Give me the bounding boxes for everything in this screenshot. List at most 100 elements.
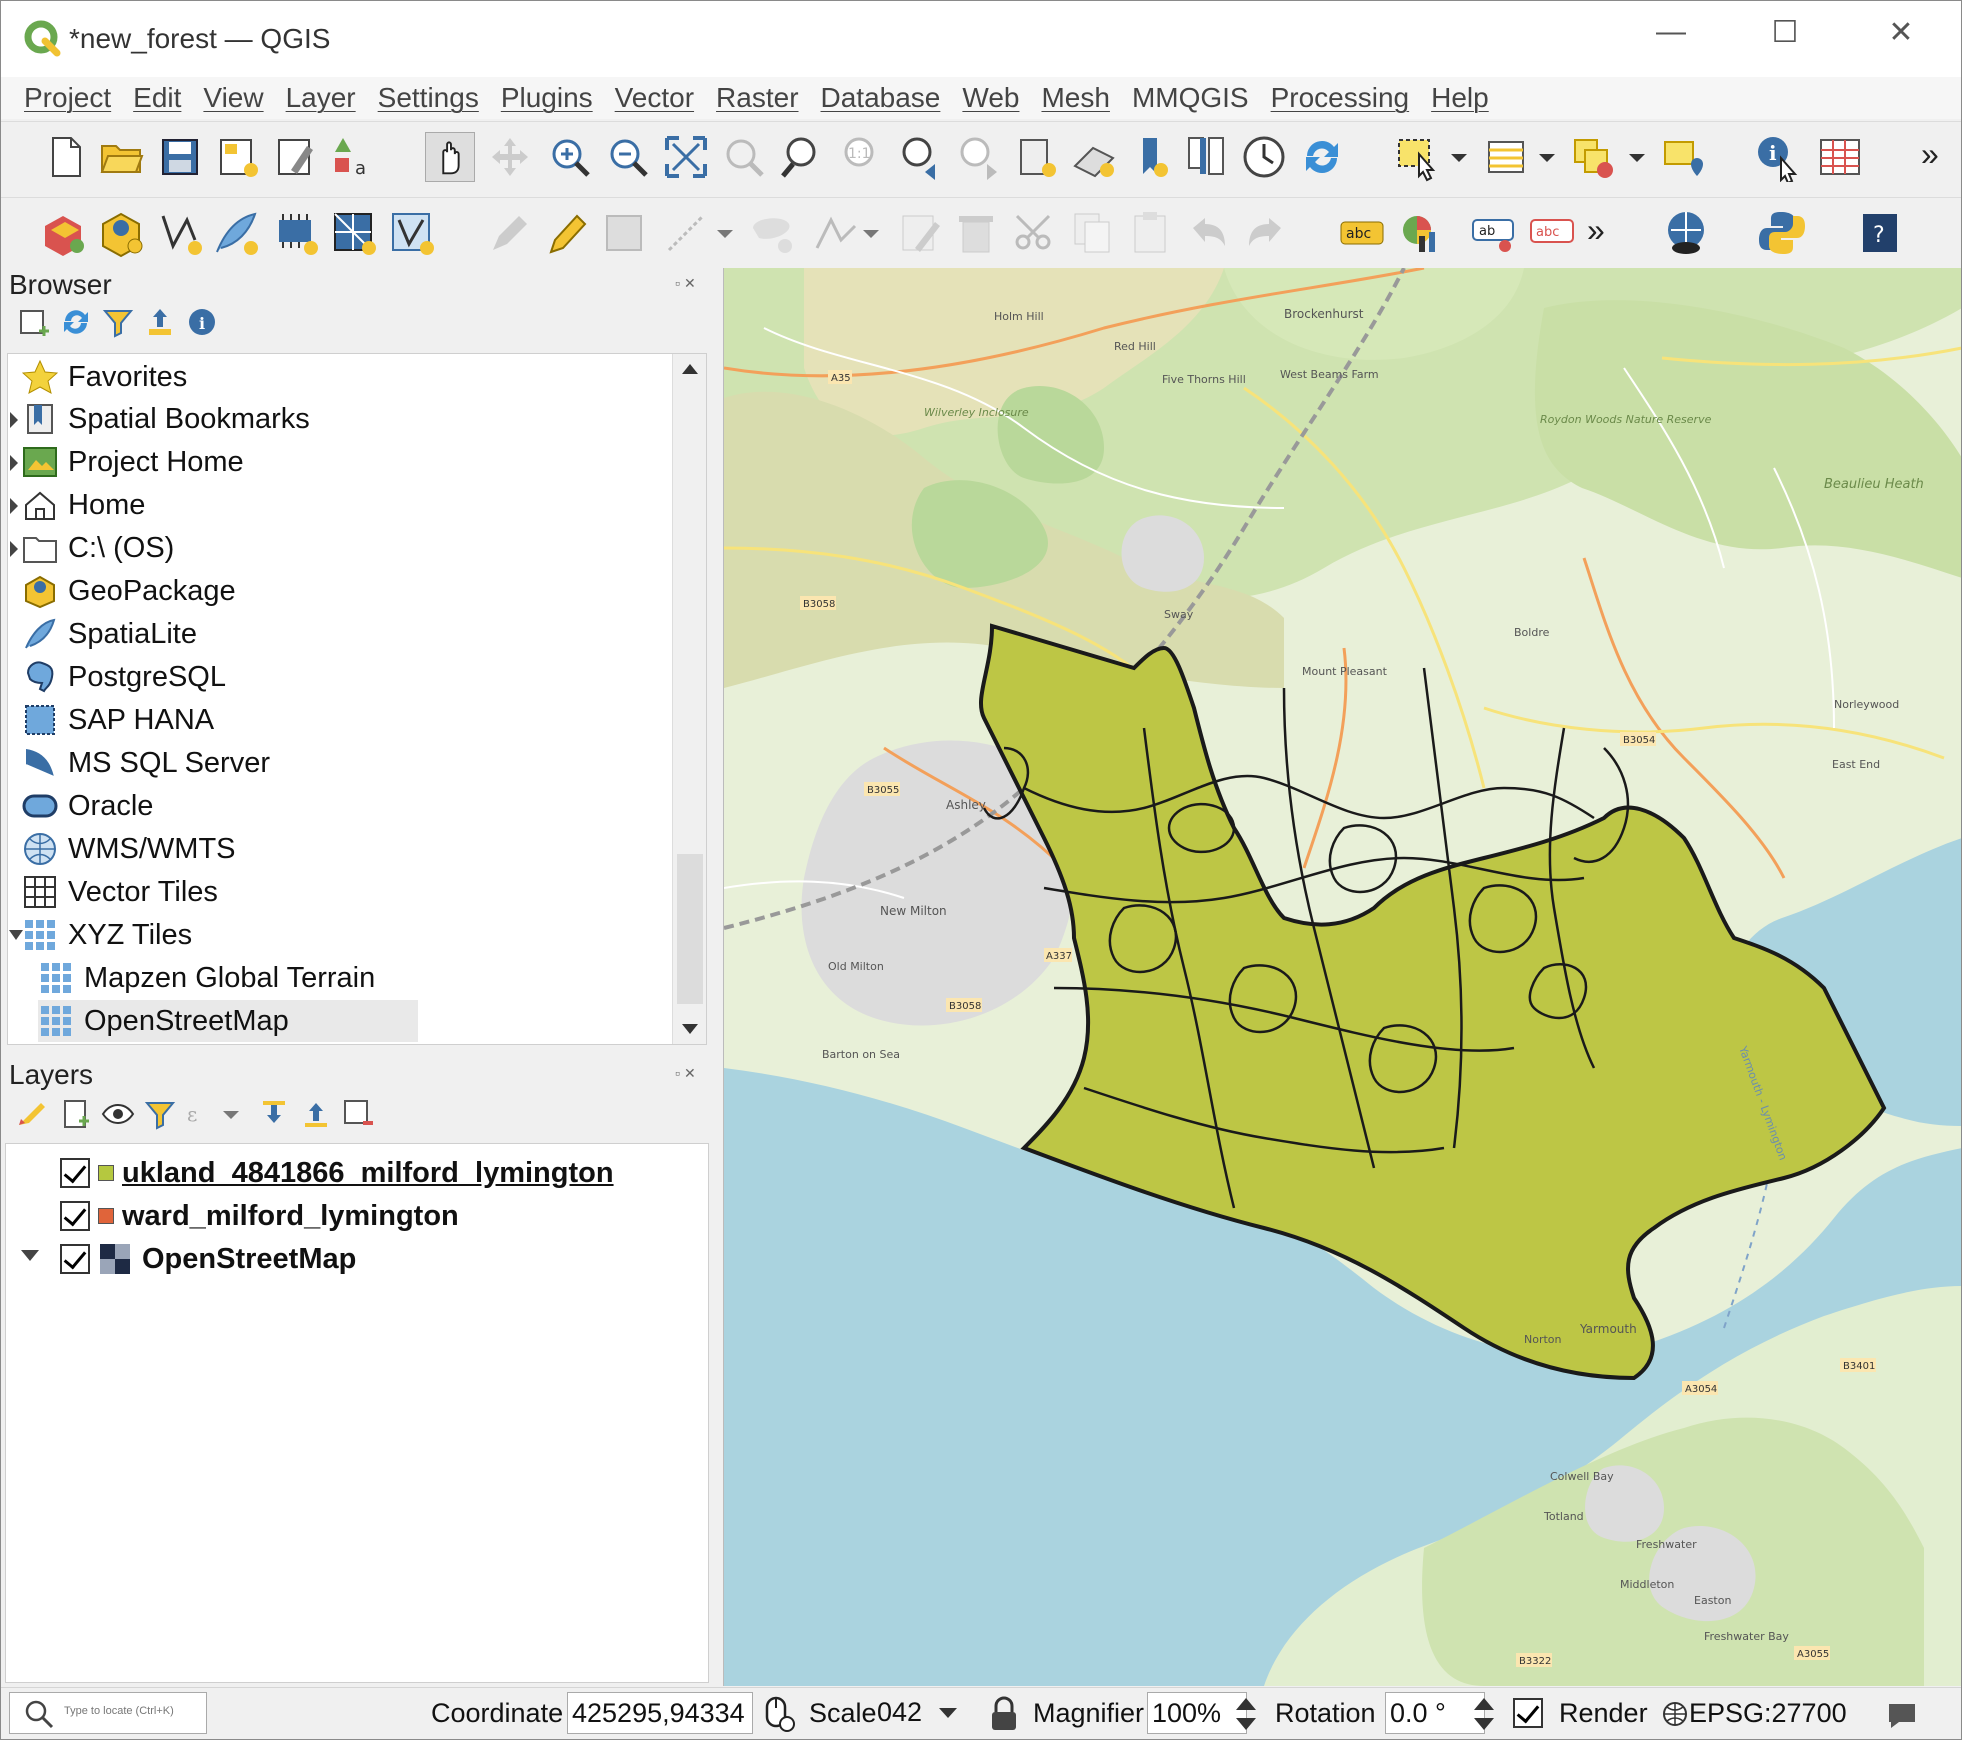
menu-plugins[interactable]: Plugins [501, 82, 593, 114]
collapse-arrow-icon[interactable] [8, 928, 24, 942]
menu-processing[interactable]: Processing [1271, 82, 1410, 114]
browser-item-mapzen[interactable]: Mapzen Global Terrain [38, 957, 375, 999]
browser-panel-controls-icon[interactable]: ▫✕ [675, 275, 700, 292]
pan-map-icon[interactable] [425, 132, 475, 182]
help-icon[interactable]: ? [1855, 208, 1905, 258]
identify-features-icon[interactable]: i [1753, 132, 1803, 182]
menu-database[interactable]: Database [821, 82, 941, 114]
minimize-button[interactable]: — [1641, 15, 1701, 49]
add-group-icon[interactable] [59, 1097, 93, 1131]
menu-vector[interactable]: Vector [615, 82, 694, 114]
save-project-icon[interactable] [155, 132, 205, 182]
filter-browser-icon[interactable] [101, 305, 135, 339]
python-console-icon[interactable] [1757, 208, 1807, 258]
pin-labels-icon[interactable]: ab [1469, 208, 1519, 258]
select-value-dropdown-icon[interactable] [1535, 132, 1559, 182]
attribute-table-icon[interactable] [1815, 132, 1865, 182]
browser-item-wms[interactable]: WMS/WMTS [22, 828, 236, 870]
new-temporary-layer-icon[interactable] [387, 208, 437, 258]
browser-item-sap-hana[interactable]: SAP HANA [22, 699, 214, 741]
browser-item-c-drive[interactable]: C:\ (OS) [22, 527, 174, 569]
browser-scrollbar[interactable] [672, 354, 706, 1044]
globe-plugin-icon[interactable] [1661, 208, 1711, 258]
expand-arrow-icon[interactable] [8, 539, 20, 559]
menu-settings[interactable]: Settings [378, 82, 479, 114]
zoom-last-icon[interactable] [895, 132, 945, 182]
browser-item-openstreetmap[interactable]: OpenStreetMap [38, 1000, 418, 1042]
layer-visibility-checkbox[interactable] [60, 1158, 90, 1188]
layer-item[interactable]: ward_milford_lymington [60, 1195, 459, 1237]
layer-visibility-checkbox[interactable] [60, 1201, 90, 1231]
layer-item[interactable]: OpenStreetMap [60, 1238, 356, 1280]
diagram-icon[interactable] [1395, 208, 1445, 258]
manage-visibility-icon[interactable] [101, 1097, 135, 1131]
expand-arrow-icon[interactable] [8, 496, 20, 516]
scale-dropdown-icon[interactable] [937, 1706, 959, 1720]
refresh-browser-icon[interactable] [59, 305, 93, 339]
new-bookmark-icon[interactable] [1131, 132, 1181, 182]
show-hide-labels-icon[interactable]: abc [1527, 208, 1577, 258]
crs-globe-icon[interactable] [1661, 1700, 1689, 1728]
menu-layer[interactable]: Layer [286, 82, 356, 114]
new-print-layout-icon[interactable] [213, 132, 263, 182]
zoom-full-icon[interactable] [661, 132, 711, 182]
browser-item-project-home[interactable]: Project Home [22, 441, 244, 483]
browser-item-vector-tiles[interactable]: Vector Tiles [22, 871, 218, 913]
menu-help[interactable]: Help [1431, 82, 1489, 114]
label-toolbar-icon[interactable]: abc [1337, 208, 1387, 258]
menu-project[interactable]: Project [24, 82, 111, 114]
browser-item-home[interactable]: Home [22, 484, 145, 526]
layer-item[interactable]: ukland_4841866_milford_lymington [60, 1152, 614, 1194]
deselect-all-icon[interactable] [1569, 132, 1619, 182]
close-button[interactable]: ✕ [1871, 15, 1931, 50]
spatial-bookmark-icon[interactable] [1011, 132, 1061, 182]
maximize-button[interactable]: ☐ [1755, 15, 1815, 50]
select-by-value-icon[interactable] [1481, 132, 1531, 182]
data-source-manager-icon[interactable] [39, 208, 89, 258]
browser-item-favorites[interactable]: Favorites [22, 356, 187, 398]
filter-legend-icon[interactable] [143, 1097, 177, 1131]
messages-icon[interactable] [1885, 1698, 1919, 1730]
render-checkbox[interactable] [1513, 1698, 1543, 1728]
rotation-spinner-icon[interactable] [1469, 1694, 1499, 1734]
browser-item-spatial-bookmarks[interactable]: Spatial Bookmarks [22, 398, 310, 440]
mouse-coordinate-toggle-icon[interactable] [757, 1694, 797, 1734]
toolbar-overflow-1[interactable]: » [1921, 136, 1939, 173]
add-selected-layers-icon[interactable] [17, 305, 51, 339]
menu-mmqgis[interactable]: MMQGIS [1132, 82, 1249, 114]
select-features-icon[interactable] [1393, 132, 1443, 182]
refresh-icon[interactable] [1297, 132, 1347, 182]
show-bookmarks-icon[interactable] [1069, 132, 1119, 182]
browser-item-spatialite[interactable]: SpatiaLite [22, 613, 197, 655]
menu-edit[interactable]: Edit [133, 82, 181, 114]
lock-icon[interactable] [987, 1694, 1021, 1734]
select-location-icon[interactable] [1659, 132, 1709, 182]
open-project-icon[interactable] [97, 132, 147, 182]
select-dropdown-icon[interactable] [1447, 132, 1471, 182]
new-virtual-layer-icon[interactable] [271, 208, 321, 258]
new-mesh-layer-icon[interactable] [329, 208, 379, 258]
browser-item-postgresql[interactable]: PostgreSQL [22, 656, 226, 698]
coordinate-field[interactable]: 425295,94334 [567, 1692, 753, 1734]
menu-mesh[interactable]: Mesh [1041, 82, 1109, 114]
layers-panel-controls-icon[interactable]: ▫✕ [675, 1065, 700, 1082]
open-layer-styling-icon[interactable] [15, 1097, 49, 1131]
new-shapefile-icon[interactable] [155, 208, 205, 258]
scroll-down-icon[interactable] [681, 1022, 699, 1036]
remove-layer-icon[interactable] [341, 1097, 375, 1131]
scroll-up-icon[interactable] [681, 362, 699, 376]
deselect-dropdown-icon[interactable] [1625, 132, 1649, 182]
layout-manager-icon[interactable] [271, 132, 321, 182]
browser-item-mssql[interactable]: MS SQL Server [22, 742, 270, 784]
toggle-editing-icon[interactable] [541, 208, 591, 258]
new-geopackage-icon[interactable] [97, 208, 147, 258]
temporal-controller-icon[interactable] [1239, 132, 1289, 182]
magnifier-spinner-icon[interactable] [1231, 1694, 1261, 1734]
browser-item-geopackage[interactable]: GeoPackage [22, 570, 236, 612]
collapse-arrow-icon[interactable] [20, 1248, 40, 1264]
collapse-all-icon[interactable] [143, 305, 177, 339]
scroll-thumb[interactable] [677, 854, 703, 1004]
toolbar-overflow-2[interactable]: » [1587, 212, 1605, 249]
zoom-in-icon[interactable] [545, 132, 595, 182]
collapse-all-layers-icon[interactable] [299, 1097, 333, 1131]
